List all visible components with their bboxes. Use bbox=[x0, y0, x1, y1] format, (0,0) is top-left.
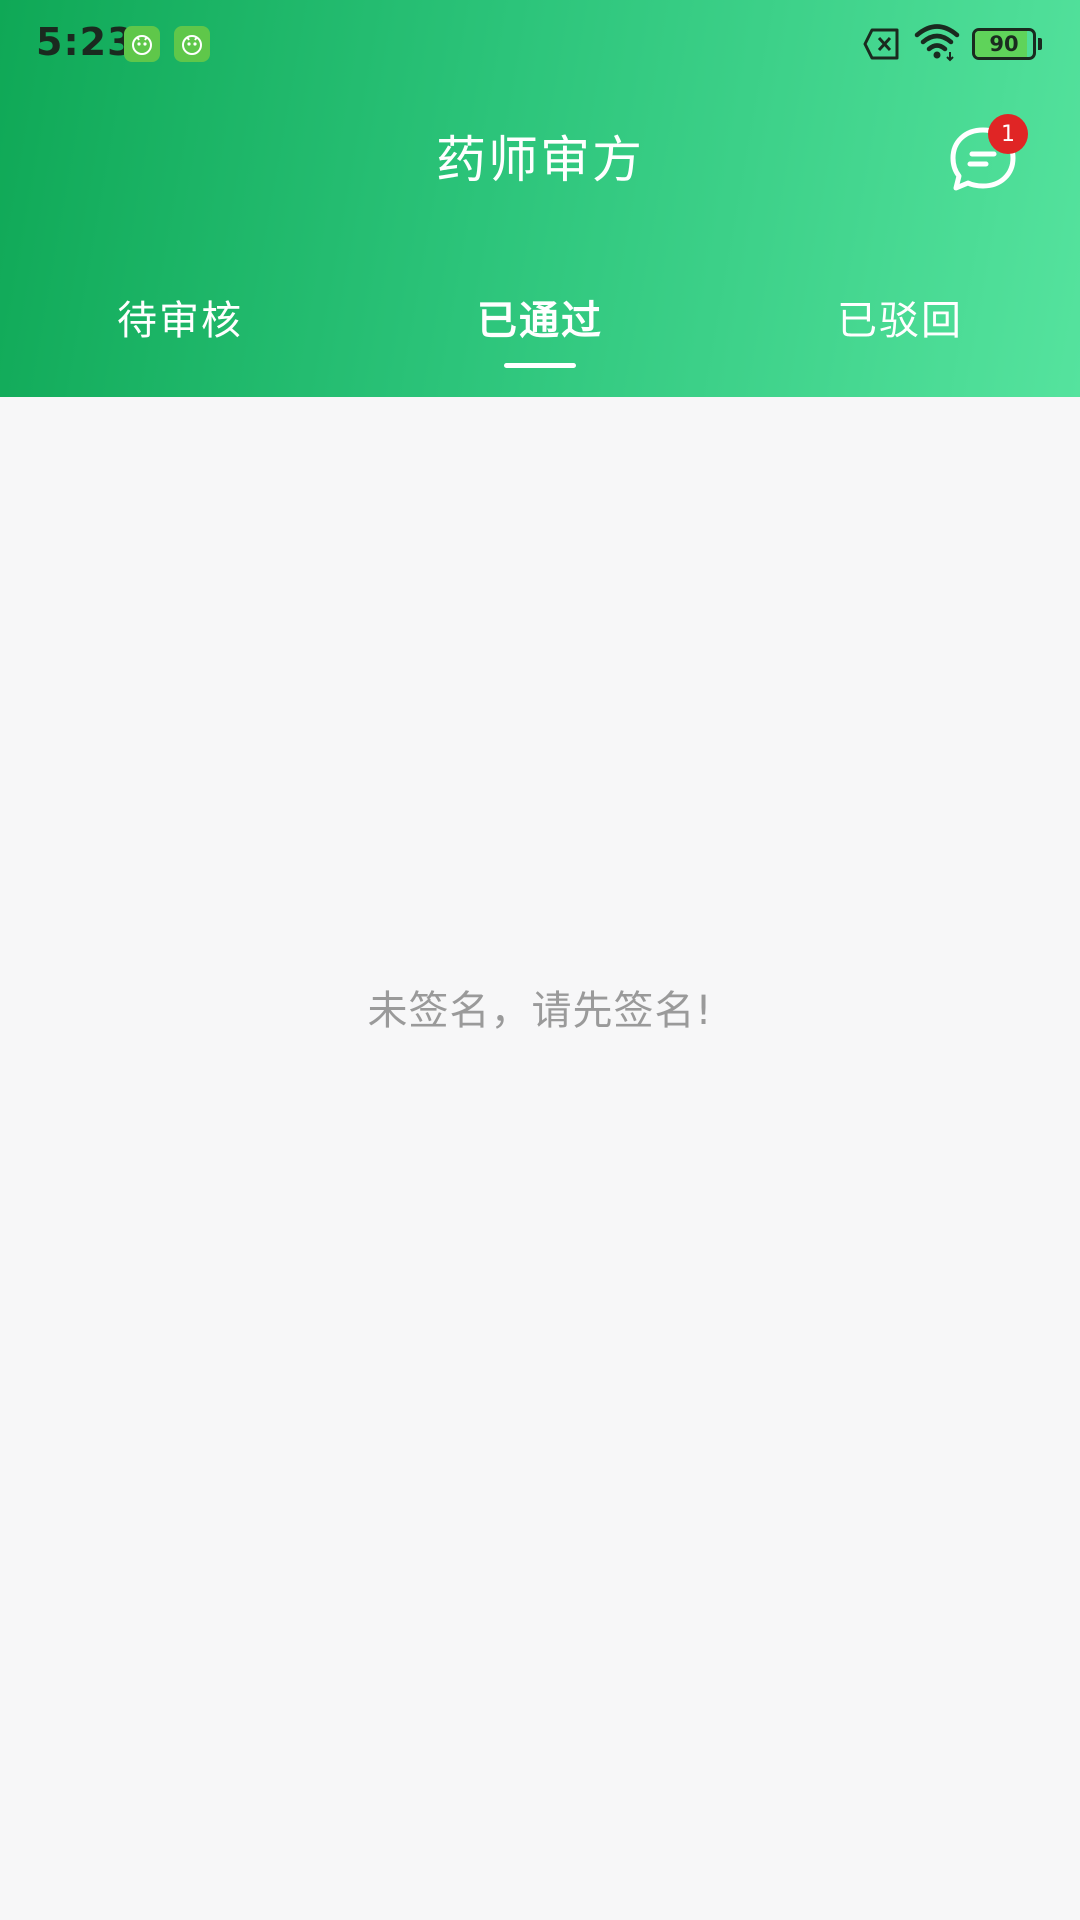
tab-pending-review[interactable]: 待审核 bbox=[0, 278, 360, 378]
app-notification-icon bbox=[124, 26, 160, 62]
status-bar: 5:23 90 bbox=[0, 0, 1080, 90]
tab-label: 已通过 bbox=[477, 298, 603, 344]
battery-level-text: 90 bbox=[989, 32, 1019, 56]
header: 5:23 90 药师审方 1 待审核 已通过 已驳回 bbox=[0, 0, 1080, 397]
tab-bar: 待审核 已通过 已驳回 bbox=[0, 278, 1080, 378]
unread-message-badge: 1 bbox=[988, 114, 1028, 154]
wifi-icon bbox=[914, 22, 960, 62]
battery-indicator: 90 bbox=[972, 28, 1042, 60]
tab-rejected[interactable]: 已驳回 bbox=[720, 278, 1080, 378]
status-time: 5:23 bbox=[36, 20, 135, 64]
no-sim-icon bbox=[862, 26, 902, 62]
app-root: 5:23 90 药师审方 1 待审核 已通过 已驳回 未签名，请先签名! bbox=[0, 0, 1080, 1920]
app-notification-icon bbox=[174, 26, 210, 62]
page-title: 药师审方 bbox=[436, 131, 644, 189]
empty-state-message: 未签名，请先签名! bbox=[367, 988, 713, 1034]
tab-approved[interactable]: 已通过 bbox=[360, 278, 720, 378]
active-tab-indicator bbox=[504, 363, 576, 368]
tab-label: 已驳回 bbox=[837, 298, 963, 344]
tab-label: 待审核 bbox=[117, 298, 243, 344]
